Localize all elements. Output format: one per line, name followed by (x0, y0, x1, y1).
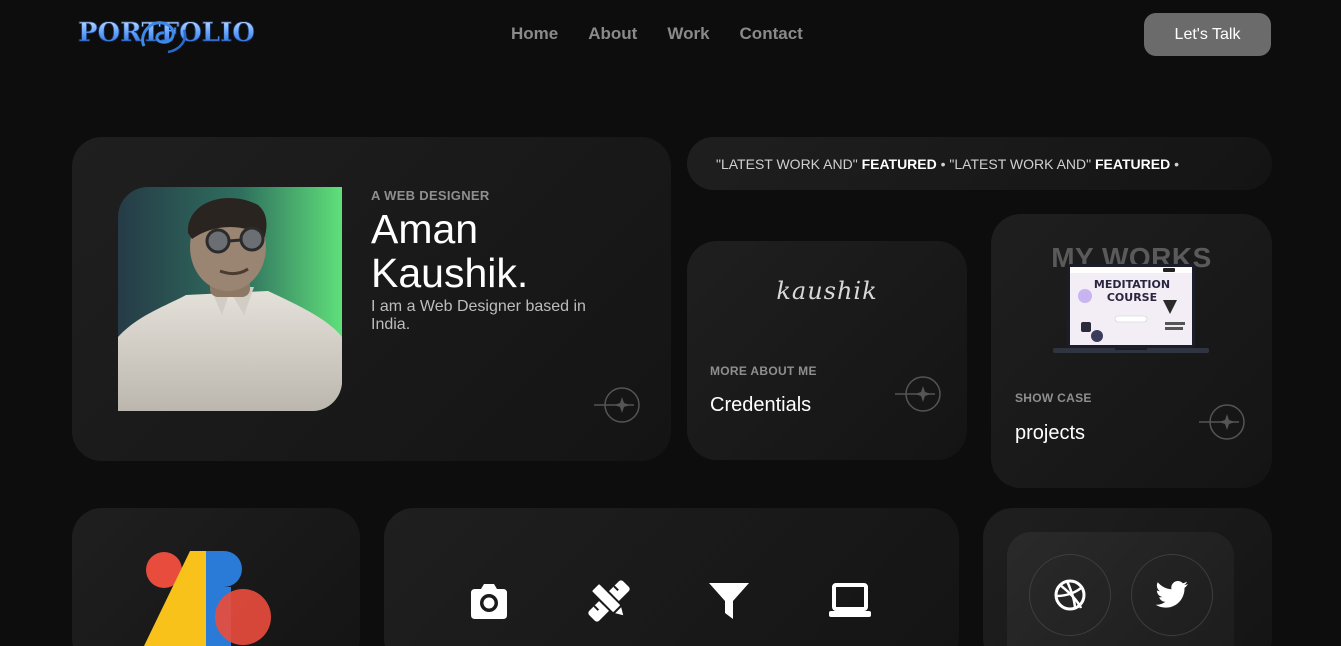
credentials-card[interactable]: kaushik MORE ABOUT ME Credentials (687, 241, 967, 460)
profile-bio: I am a Web Designer based in India. (371, 298, 586, 333)
pencil-ruler-icon (588, 580, 630, 622)
marquee-text-2: • "LATEST WORK AND" (936, 155, 1095, 172)
dribbble-link[interactable] (1029, 554, 1111, 636)
screen-title: MEDITATION COURSE (1091, 278, 1173, 304)
laptop-icon (829, 583, 871, 617)
profile-eyebrow: A WEB DESIGNER (371, 188, 490, 203)
works-title: projects (1015, 422, 1086, 444)
logo[interactable]: PORTFOLIO (78, 10, 255, 56)
marquee-text-3: • (1170, 155, 1179, 172)
nav-contact[interactable]: Contact (740, 24, 803, 44)
credentials-title: Credentials (710, 394, 812, 416)
dribbble-icon (1054, 579, 1086, 611)
lets-talk-button[interactable]: Let's Talk (1144, 13, 1271, 56)
sparkle-arrow-icon[interactable] (895, 376, 943, 412)
nav-about[interactable]: About (588, 24, 637, 44)
works-eyebrow: SHOW CASE (1015, 391, 1092, 405)
signature: kaushik (776, 277, 878, 305)
brand-mark-icon (144, 551, 271, 646)
screen-title-line2: COURSE (1106, 291, 1158, 304)
profile-photo (118, 187, 342, 411)
works-card[interactable]: MY WORKS MEDITATION COURSE SHOW CASE pro… (991, 214, 1272, 488)
brand-card[interactable] (72, 508, 360, 646)
credentials-eyebrow: MORE ABOUT ME (710, 364, 817, 378)
sparkle-arrow-icon[interactable] (1199, 404, 1247, 440)
person-illustration (118, 197, 342, 411)
marquee-banner: "LATEST WORK AND" FEATURED • "LATEST WOR… (687, 137, 1272, 190)
logo-text: PORTFOLIO (78, 18, 256, 49)
twitter-link[interactable] (1131, 554, 1213, 636)
screen-title-line1: MEDITATION (1093, 278, 1171, 291)
marquee-text-1: "LATEST WORK AND" (716, 155, 862, 172)
profile-card[interactable]: A WEB DESIGNER Aman Kaushik. I am a Web … (72, 137, 671, 461)
nav-work[interactable]: Work (667, 24, 709, 44)
profile-name: Aman Kaushik. (371, 206, 529, 296)
social-card (983, 508, 1272, 646)
services-card[interactable] (384, 508, 959, 646)
marquee-bold-1: FEATURED (861, 155, 937, 172)
camera-icon (471, 584, 507, 619)
marquee-bold-2: FEATURED (1095, 155, 1171, 172)
social-panel (1007, 532, 1234, 646)
main-nav: Home About Work Contact (511, 24, 803, 44)
sparkle-arrow-icon[interactable] (594, 387, 642, 423)
nav-home[interactable]: Home (511, 24, 558, 44)
filter-icon (709, 583, 749, 619)
twitter-icon (1155, 581, 1188, 608)
